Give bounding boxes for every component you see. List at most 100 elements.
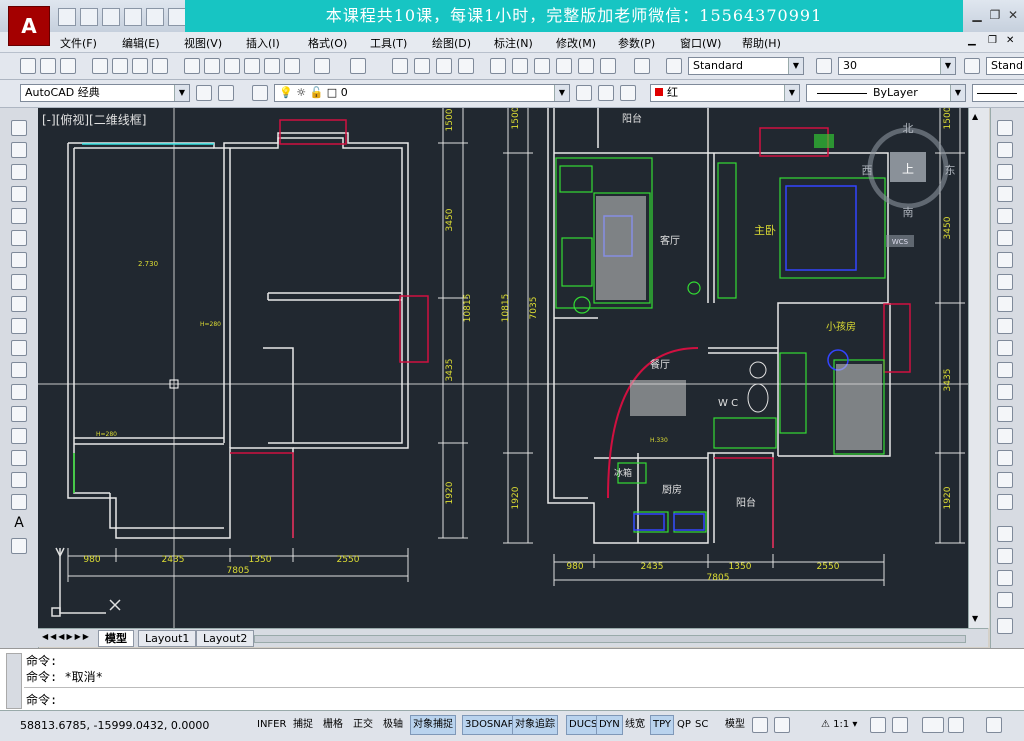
workspace-select[interactable]: AutoCAD 经典 ▼ [20,84,190,102]
3d-dwf-icon[interactable] [152,58,168,74]
3dosnap-toggle[interactable]: 3DOSNAP [462,715,517,735]
annotation-scale-select[interactable]: ⚠ 1:1 ▾ [818,715,860,735]
qnew-icon[interactable] [20,58,36,74]
undo-icon[interactable] [168,8,186,26]
command-grip[interactable] [6,653,22,709]
application-menu-button[interactable]: A [8,6,50,46]
scroll-down-icon[interactable]: ▼ [972,614,978,623]
save-icon[interactable] [102,8,120,26]
tpy-toggle[interactable]: TPY [650,715,675,735]
save-icon[interactable] [60,58,76,74]
layer-manager-icon[interactable] [252,85,268,101]
design-center-icon[interactable] [512,58,528,74]
lineweight-toggle[interactable]: 线宽 [622,715,648,735]
stretch-icon[interactable] [997,296,1013,312]
draw-order-back-icon[interactable] [997,548,1013,564]
qp-toggle[interactable]: QP [674,715,694,735]
point-icon[interactable] [11,406,27,422]
restore-icon[interactable]: ❐ [986,6,1004,24]
rotate-icon[interactable] [997,252,1013,268]
horizontal-scrollbar[interactable] [254,635,966,643]
region-icon[interactable] [11,472,27,488]
zoom-previous-icon[interactable] [458,58,474,74]
minimize-icon[interactable]: ▁ [968,6,986,24]
dim-style-icon[interactable] [816,58,832,74]
command-input[interactable]: 命令: [26,691,57,708]
circle-icon[interactable] [11,252,27,268]
copy-object-icon[interactable] [997,142,1013,158]
tab-navigation-arrows[interactable]: ◀◀◀▶▶▶ [42,632,91,641]
open-file-icon[interactable] [80,8,98,26]
dim-scale-select[interactable]: 30 ▼ [838,57,956,75]
drawing-canvas[interactable]: 2.730 H=280 H=280 [-][俯视][二维线框] 1500 345… [38,108,968,628]
model-space-button[interactable]: 模型 [722,715,748,735]
auto-scale-icon[interactable] [892,717,908,733]
quickcalc-icon[interactable] [600,58,616,74]
menu-parameter[interactable]: 参数(P) [618,35,655,51]
color-select[interactable]: 红 ▼ [650,84,800,102]
menu-draw[interactable]: 绘图(D) [432,35,471,51]
redo-icon[interactable] [350,58,366,74]
make-current-layer-icon[interactable] [576,85,592,101]
lineweight-select[interactable] [972,84,1024,102]
workspace-switch-icon[interactable] [922,717,944,733]
draw-order-front-icon[interactable] [997,526,1013,542]
coordinates-readout[interactable]: 58813.6785, -15999.0432, 0.0000 [20,719,209,732]
layer-select[interactable]: 💡 ☼ 🔓 □ 0 ▼ [274,84,570,102]
polyline-icon[interactable] [11,164,27,180]
brush-icon[interactable] [284,58,300,74]
save-as-icon[interactable] [124,8,142,26]
multiline-text-icon[interactable]: A [11,516,27,532]
offset-icon[interactable] [997,186,1013,202]
tool-palettes-icon[interactable] [534,58,550,74]
ortho-toggle[interactable]: 正交 [350,715,376,735]
infer-toggle[interactable]: INFER [254,715,289,735]
tab-model[interactable]: 模型 [98,630,134,647]
rectangle-icon[interactable] [11,208,27,224]
join-icon[interactable] [997,406,1013,422]
menu-file[interactable]: 文件(F) [60,35,97,51]
menu-dimension[interactable]: 标注(N) [494,35,533,51]
scroll-up-icon[interactable]: ▲ [972,112,978,121]
polygon-icon[interactable] [11,186,27,202]
layer-state-icon[interactable] [620,85,636,101]
copy-icon[interactable] [204,58,220,74]
doc-restore-icon[interactable]: ❐ [988,35,997,46]
dyn-toggle[interactable]: DYN [596,715,623,735]
menu-edit[interactable]: 编辑(E) [122,35,160,51]
clean-screen-icon[interactable] [986,717,1002,733]
scale-icon[interactable] [997,274,1013,290]
snap-toggle[interactable]: 捕捉 [290,715,316,735]
mirror-icon[interactable] [997,164,1013,180]
table-style-icon[interactable] [964,58,980,74]
line-icon[interactable] [11,120,27,136]
ellipse-icon[interactable] [11,318,27,334]
lock-icon[interactable] [948,717,964,733]
menu-modify[interactable]: 修改(M) [556,35,596,51]
tab-layout1[interactable]: Layout1 [138,630,197,647]
preview-icon[interactable] [112,58,128,74]
trim-icon[interactable] [997,318,1013,334]
grid-toggle[interactable]: 栅格 [320,715,346,735]
gradient-icon[interactable] [11,450,27,466]
fillet-icon[interactable] [997,450,1013,466]
vertical-scrollbar[interactable]: ▲ ▼ [968,108,989,628]
hatch-icon[interactable] [11,428,27,444]
erase-icon[interactable] [997,120,1013,136]
print-icon[interactable] [146,8,164,26]
break-at-point-icon[interactable] [997,362,1013,378]
menu-window[interactable]: 窗口(W) [680,35,721,51]
properties-icon[interactable] [490,58,506,74]
construction-line-icon[interactable] [11,142,27,158]
menu-view[interactable]: 视图(V) [184,35,222,51]
markup-icon[interactable] [578,58,594,74]
help-icon[interactable] [634,58,650,74]
osnap-toggle[interactable]: 对象捕捉 [410,715,456,735]
menu-help[interactable]: 帮助(H) [742,35,781,51]
send-under-icon[interactable] [997,592,1013,608]
bring-above-icon[interactable] [997,570,1013,586]
workspace-lock-icon[interactable] [218,85,234,101]
table-icon[interactable] [11,494,27,510]
menu-tools[interactable]: 工具(T) [370,35,407,51]
plot-icon[interactable] [92,58,108,74]
